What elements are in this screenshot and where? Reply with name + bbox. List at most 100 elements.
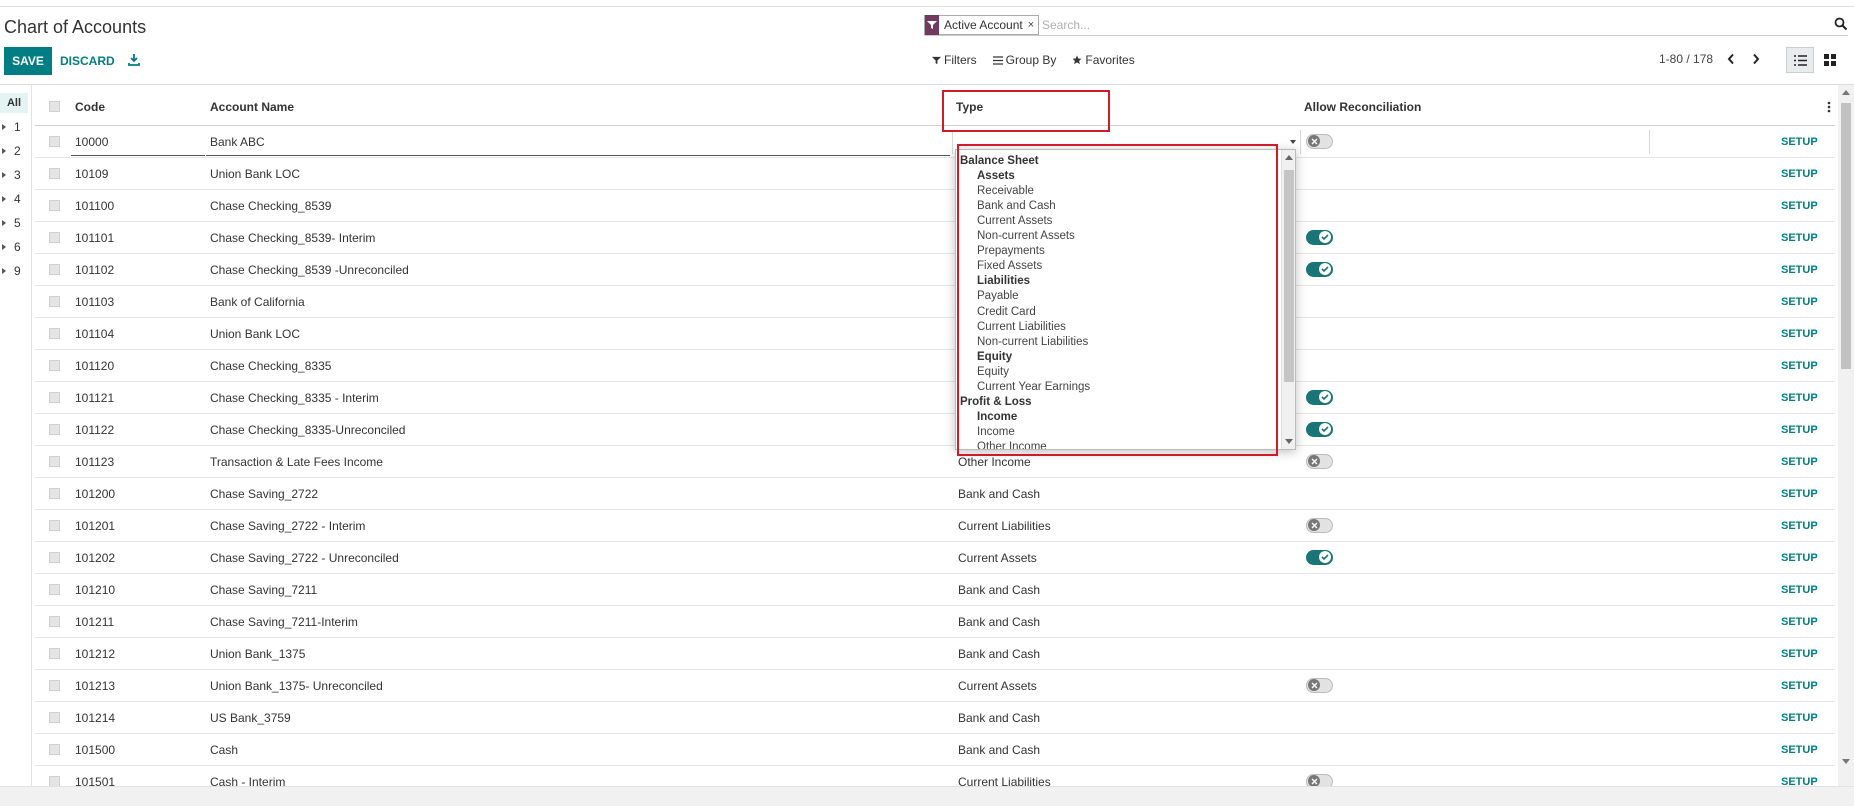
scroll-up-icon[interactable] [1285, 155, 1293, 160]
list-view-button[interactable] [1786, 47, 1814, 73]
search-panel-item[interactable]: 3 [2, 168, 21, 182]
caret-down-icon[interactable] [1290, 140, 1296, 144]
reconcile-toggle[interactable] [1306, 678, 1333, 693]
dropdown-option[interactable]: Current Assets [977, 213, 1052, 228]
table-row[interactable]: 101120 Chase Checking_8335 SETUP [35, 350, 1835, 382]
reconcile-toggle[interactable] [1306, 262, 1333, 277]
row-checkbox[interactable] [49, 382, 60, 413]
pager-value[interactable]: 1-80 / 178 [1659, 52, 1713, 66]
dropdown-option[interactable]: Prepayments [977, 244, 1045, 259]
table-row[interactable]: 101212 Union Bank_1375 Bank and Cash SETUP [35, 638, 1835, 670]
reconcile-toggle[interactable] [1306, 230, 1333, 245]
table-row[interactable]: 101213 Union Bank_1375- Unreconciled Curre… [35, 670, 1835, 702]
scroll-thumb[interactable] [1841, 103, 1851, 369]
row-checkbox[interactable] [49, 190, 60, 221]
search-panel-item[interactable]: 2 [2, 144, 21, 158]
table-row[interactable]: 101121 Chase Checking_8335 - Interim SETUP [35, 382, 1835, 414]
table-row[interactable]: 101100 Chase Checking_8539 SETUP [35, 190, 1835, 222]
search-panel-item[interactable]: 5 [2, 216, 21, 230]
table-row[interactable]: 101500 Cash Bank and Cash SETUP [35, 734, 1835, 766]
setup-button[interactable]: SETUP [1781, 222, 1818, 253]
kebab-menu-icon[interactable] [1827, 88, 1831, 125]
discard-button[interactable]: DISCARD [60, 47, 115, 75]
table-row-editing[interactable]: 10000 Bank ABC SETUP [35, 126, 1835, 158]
scroll-thumb[interactable] [1284, 170, 1294, 382]
reconcile-toggle[interactable] [1306, 454, 1333, 469]
table-row[interactable]: 101101 Chase Checking_8539- Interim SETUP [35, 222, 1835, 254]
chevron-left-icon[interactable] [1725, 53, 1737, 65]
table-row[interactable]: 101122 Chase Checking_8335-Unreconciled SE… [35, 414, 1835, 446]
reconcile-toggle[interactable] [1306, 518, 1333, 533]
row-checkbox[interactable] [49, 510, 60, 541]
row-checkbox[interactable] [49, 446, 60, 477]
setup-button[interactable]: SETUP [1781, 638, 1818, 669]
table-row[interactable]: 101200 Chase Saving_2722 Bank and Cash SETU… [35, 478, 1835, 510]
page-scrollbar[interactable] [1838, 85, 1854, 786]
dropdown-option[interactable]: Fixed Assets [977, 259, 1042, 274]
row-checkbox[interactable] [49, 702, 60, 733]
setup-button[interactable]: SETUP [1781, 734, 1818, 765]
row-checkbox[interactable] [49, 638, 60, 669]
setup-button[interactable]: SETUP [1781, 382, 1818, 413]
setup-button[interactable]: SETUP [1781, 542, 1818, 573]
setup-button[interactable]: SETUP [1781, 158, 1818, 189]
download-icon[interactable] [126, 52, 142, 68]
row-checkbox[interactable] [49, 478, 60, 509]
scroll-down-icon[interactable] [1285, 439, 1293, 444]
reconcile-toggle[interactable] [1306, 390, 1333, 405]
reconcile-toggle[interactable] [1306, 134, 1333, 149]
table-row[interactable]: 101123 Transaction & Late Fees Income Othe… [35, 446, 1835, 478]
row-checkbox[interactable] [49, 350, 60, 381]
column-header-code[interactable]: Code [75, 88, 105, 125]
scroll-down-icon[interactable] [1842, 759, 1850, 764]
row-checkbox[interactable] [49, 670, 60, 701]
row-checkbox[interactable] [49, 158, 60, 189]
setup-button[interactable]: SETUP [1781, 670, 1818, 701]
table-row[interactable]: 101103 Bank of California SETUP [35, 286, 1835, 318]
row-checkbox[interactable] [49, 222, 60, 253]
table-row[interactable]: 10109 Union Bank LOC SETUP [35, 158, 1835, 190]
row-checkbox[interactable] [49, 574, 60, 605]
search-panel-item[interactable]: 1 [2, 120, 21, 134]
row-checkbox[interactable] [49, 318, 60, 349]
table-row[interactable]: 101211 Chase Saving_7211-Interim Bank and … [35, 606, 1835, 638]
search-input[interactable] [1042, 16, 1822, 34]
row-checkbox[interactable] [49, 286, 60, 317]
table-row[interactable]: 101214 US Bank_3759 Bank and Cash SETUP [35, 702, 1835, 734]
setup-button[interactable]: SETUP [1781, 126, 1818, 157]
reconcile-toggle[interactable] [1306, 422, 1333, 437]
dropdown-option[interactable]: Credit Card [977, 304, 1036, 319]
table-row[interactable]: 101210 Chase Saving_7211 Bank and Cash SETU… [35, 574, 1835, 606]
favorites-toggle[interactable]: Favorites [1072, 53, 1135, 67]
row-checkbox[interactable] [49, 606, 60, 637]
select-all-checkbox[interactable] [49, 88, 60, 125]
type-dropdown[interactable]: Balance Sheet Assets Receivable Bank and Ca… [955, 149, 1296, 450]
filters-toggle[interactable]: Filters [932, 53, 977, 67]
setup-button[interactable]: SETUP [1781, 190, 1818, 221]
search-facet[interactable]: Active Account × [924, 15, 1040, 35]
scroll-up-icon[interactable] [1842, 90, 1850, 95]
setup-button[interactable]: SETUP [1781, 254, 1818, 285]
group-by-toggle[interactable]: Group By [992, 53, 1056, 67]
setup-button[interactable]: SETUP [1781, 350, 1818, 381]
row-checkbox[interactable] [49, 414, 60, 445]
reconcile-toggle[interactable] [1306, 550, 1333, 565]
search-panel-all[interactable]: All [0, 93, 28, 113]
dropdown-option[interactable]: Income [977, 425, 1015, 440]
dropdown-option[interactable]: Non-current Assets [977, 229, 1075, 244]
dropdown-option[interactable]: Receivable [977, 183, 1034, 198]
table-row[interactable]: 101104 Union Bank LOC SETUP [35, 318, 1835, 350]
setup-button[interactable]: SETUP [1781, 510, 1818, 541]
kanban-view-button[interactable] [1816, 47, 1844, 73]
dropdown-option[interactable]: Payable [977, 289, 1019, 304]
column-header-name[interactable]: Account Name [210, 88, 294, 125]
search-panel-item[interactable]: 9 [2, 264, 21, 278]
account-name[interactable]: Bank ABC [210, 126, 265, 157]
table-row[interactable]: 101102 Chase Checking_8539 -Unreconciled S… [35, 254, 1835, 286]
dropdown-option[interactable]: Other Income [977, 440, 1047, 449]
row-checkbox[interactable] [49, 254, 60, 285]
search-panel-item[interactable]: 4 [2, 192, 21, 206]
row-checkbox[interactable] [49, 734, 60, 765]
setup-button[interactable]: SETUP [1781, 286, 1818, 317]
row-checkbox[interactable] [49, 542, 60, 573]
